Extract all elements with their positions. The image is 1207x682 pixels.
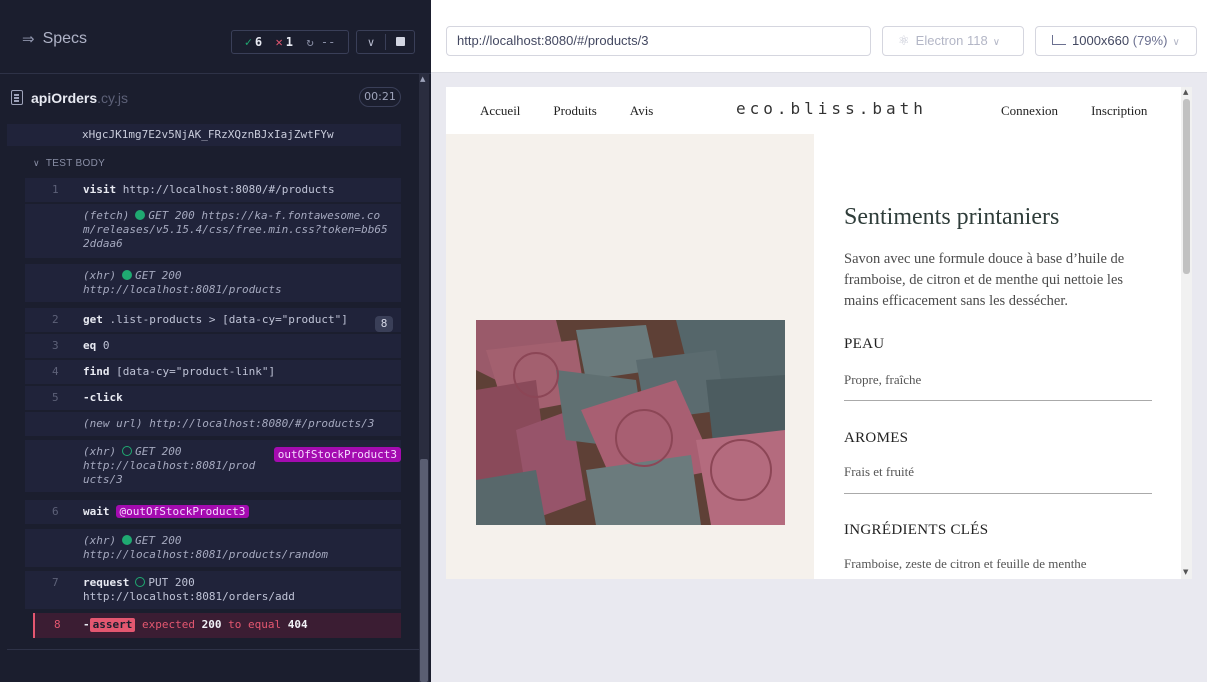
scrollbar-thumb[interactable]: [420, 459, 428, 682]
command-row[interactable]: 7 request PUT 200 http://localhost:8081/or…: [25, 571, 401, 609]
section-value-aromes: Frais et fruité: [844, 464, 915, 479]
product-title: Sentiments printaniers: [844, 204, 1060, 230]
nav-link-avis[interactable]: Avis: [630, 103, 654, 119]
electron-icon: ⚛: [898, 33, 910, 48]
nav-link-connexion[interactable]: Connexion: [1001, 103, 1058, 119]
request-url: http://localhost:8081/products/3: [83, 459, 256, 486]
status-dot-icon: [122, 270, 133, 280]
section-title-aromes: AROMES: [844, 430, 909, 446]
nav-link-inscription[interactable]: Inscription: [1091, 103, 1147, 119]
token-line: xHgcJK1mg7E2v5NjAK_FRzXQznBJxIajZwtFYw: [7, 124, 401, 146]
scroll-down-icon[interactable]: ▼: [1183, 568, 1188, 576]
section-value-ingredients: Framboise, zeste de citron et feuille de…: [844, 556, 1087, 571]
command-row[interactable]: (fetch) GET 200 https://ka-f.fontawesome.…: [25, 204, 401, 258]
site-navbar: Accueil Produits Avis eco.bliss.bath Con…: [446, 87, 1181, 134]
status-dot-icon: [122, 446, 133, 456]
command-row[interactable]: (xhr) GET 200 outOfStockProduct3 http://loc…: [25, 440, 401, 492]
assert-badge: assert: [89, 618, 136, 632]
scroll-up-icon[interactable]: ▲: [1183, 88, 1188, 96]
command-row[interactable]: 3 eq 0: [25, 334, 401, 358]
run-controls: ∨: [356, 30, 415, 54]
pending-icon: ↻: [306, 35, 314, 49]
chevron-down-icon: ∨: [33, 158, 40, 168]
file-icon: [11, 90, 23, 105]
section-title-ingredients: INGRÉDIENTS CLÉS: [844, 522, 989, 538]
specs-toggle-button[interactable]: ⇒ Specs: [22, 30, 87, 48]
product-image: [476, 320, 785, 525]
site-logo[interactable]: eco.bliss.bath: [736, 99, 927, 118]
command-list[interactable]: apiOrders.cy.js 00:21 xHgcJK1mg7E2v5NjAK…: [7, 74, 419, 649]
product-image-section: [446, 134, 814, 579]
command-name: visit: [83, 183, 117, 196]
cross-icon: ✕: [275, 35, 283, 49]
command-row[interactable]: (new url) http://localhost:8080/#/produc…: [25, 412, 401, 436]
alias-badge[interactable]: @outOfStockProduct3: [115, 505, 250, 518]
scroll-up-icon[interactable]: ▲: [420, 75, 425, 83]
command-row[interactable]: (xhr) GET 200 http://localhost:8081/produc…: [25, 529, 401, 567]
command-row[interactable]: 2 get .list-products > [data-cy="product…: [25, 308, 401, 332]
spec-ext: .cy.js: [97, 90, 128, 106]
pending-count: ↻ --: [306, 35, 336, 49]
stop-icon: [395, 36, 405, 46]
command-row[interactable]: 1 visit http://localhost:8080/#/products: [25, 178, 401, 202]
test-body-toggle[interactable]: ∨ TEST BODY: [33, 158, 105, 169]
command-row[interactable]: 6 wait @outOfStockProduct3: [25, 500, 401, 524]
passed-count: ✓ 6: [244, 35, 263, 49]
url-bar[interactable]: http://localhost:8080/#/products/3: [446, 26, 871, 56]
command-row[interactable]: 5 -click: [25, 386, 401, 410]
command-row[interactable]: (xhr) GET 200 http://localhost:8081/produc…: [25, 264, 401, 302]
nav-link-produits[interactable]: Produits: [553, 103, 596, 119]
scrollbar-thumb[interactable]: [1183, 99, 1190, 274]
spec-name: apiOrders: [31, 90, 98, 106]
reporter-scrollbar[interactable]: ▲: [419, 74, 429, 682]
browser-selector[interactable]: ⚛ Electron 118 ∨: [882, 26, 1024, 56]
new-url: http://localhost:8080/#/products/3: [149, 417, 375, 430]
request-url: http://localhost:8081/products: [83, 283, 282, 296]
status-dot-icon: [135, 210, 146, 220]
spec-duration: 00:21: [359, 87, 401, 107]
command-row[interactable]: 4 find [data-cy="product-link"]: [25, 360, 401, 384]
specs-label: Specs: [42, 30, 88, 47]
ruler-icon: [1052, 35, 1066, 45]
viewport-selector[interactable]: 1000x660 (79%) ∨: [1035, 26, 1197, 56]
failed-assertion-row[interactable]: 8 - assert expected 200 to equal 404: [33, 613, 401, 638]
request-url: http://localhost:8081/products/random: [83, 548, 329, 561]
command-message: http://localhost:8080/#/products: [122, 183, 335, 196]
arrow-right-bar-icon: ⇒: [22, 31, 35, 48]
section-value-peau: Propre, fraîche: [844, 372, 922, 387]
chevron-down-icon: ∨: [1172, 37, 1180, 48]
test-stats: ✓ 6 ✕ 1 ↻ --: [231, 30, 349, 54]
app-preview: http://localhost:8080/#/products/3 ⚛ Elec…: [431, 0, 1207, 682]
chevron-down-icon: ∨: [992, 37, 1001, 48]
failed-count: ✕ 1: [275, 35, 293, 49]
product-details: Sentiments printaniers Savon avec une fo…: [814, 134, 1181, 579]
element-count-badge: 8: [375, 316, 393, 332]
check-icon: ✓: [244, 35, 252, 49]
chevron-down-icon[interactable]: ∨: [357, 36, 385, 49]
aut-scrollbar[interactable]: ▲ ▼: [1181, 87, 1192, 579]
command-log-panel: ⇒ Specs ✓ 6 ✕ 1 ↻ -- ∨ apiOrders.cy.js 00:…: [0, 0, 431, 682]
alias-badge[interactable]: outOfStockProduct3: [273, 447, 401, 462]
stop-button[interactable]: [386, 36, 414, 49]
nav-link-accueil[interactable]: Accueil: [480, 103, 520, 119]
product-description: Savon avec une formule douce à base d’hu…: [844, 251, 1125, 309]
spec-file-header[interactable]: apiOrders.cy.js 00:21: [7, 86, 419, 110]
reporter-header: ⇒ Specs ✓ 6 ✕ 1 ↻ -- ∨: [0, 0, 431, 74]
status-dot-icon: [122, 535, 133, 545]
application-under-test: Accueil Produits Avis eco.bliss.bath Con…: [446, 87, 1192, 579]
section-title-peau: PEAU: [844, 336, 885, 352]
preview-toolbar: http://localhost:8080/#/products/3 ⚛ Elec…: [431, 0, 1207, 73]
status-dot-icon: [135, 577, 146, 587]
request-url: http://localhost:8081/orders/add: [83, 590, 295, 603]
